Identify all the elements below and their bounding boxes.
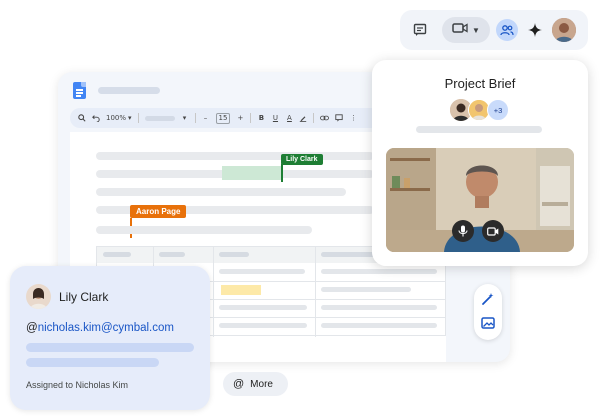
collaborator-chip-lily: Lily Clark	[281, 154, 323, 165]
assigned-note: Assigned to Nicholas Kim	[26, 380, 129, 390]
table-cell	[103, 252, 131, 257]
email-link[interactable]: nicholas.kim@cymbal.com	[38, 322, 174, 334]
table-cell	[219, 305, 307, 310]
style-select[interactable]	[144, 115, 175, 121]
table-cell	[159, 252, 185, 257]
chevron-down-icon: ▼	[472, 25, 480, 35]
increase-font-button[interactable]: +	[236, 112, 244, 124]
at-mention-icon: @	[233, 378, 245, 390]
text-line	[96, 188, 346, 196]
search-icon[interactable]	[78, 112, 86, 124]
table-cell-highlight-yellow	[221, 285, 261, 295]
camera-icon	[487, 226, 499, 236]
more-vert-icon[interactable]: ⋮	[349, 112, 357, 124]
participants-overflow-badge[interactable]: +3	[487, 99, 509, 121]
google-docs-icon[interactable]	[73, 82, 86, 99]
gemini-sparkle-icon[interactable]	[524, 19, 546, 41]
table-col-divider	[315, 247, 316, 337]
table-cell	[219, 269, 305, 274]
people-icon[interactable]	[496, 19, 518, 41]
chevron-down-icon: ▾	[182, 114, 187, 122]
text-highlight-green	[222, 166, 282, 180]
table-cell	[321, 287, 411, 292]
profile-detail-placeholder	[26, 358, 159, 367]
undo-icon[interactable]	[92, 112, 100, 124]
text-line	[96, 152, 374, 160]
meet-toolbar: ▼	[400, 10, 588, 50]
table-cell	[219, 252, 249, 257]
table-col-divider	[213, 247, 214, 337]
meeting-subtitle-placeholder	[416, 126, 542, 133]
table-cell	[321, 323, 437, 328]
doc-title-placeholder[interactable]	[98, 87, 160, 94]
side-tools-panel	[474, 284, 502, 340]
microphone-icon	[458, 225, 468, 237]
video-feed[interactable]	[386, 148, 574, 252]
user-avatar[interactable]	[552, 18, 576, 42]
profile-name: Lily Clark	[59, 290, 109, 304]
highlight-pen-icon[interactable]	[299, 112, 307, 124]
table-cell	[321, 305, 437, 310]
collaborator-chip-aaron: Aaron Page	[130, 205, 187, 218]
image-generate-icon[interactable]	[480, 315, 496, 336]
video-camera-icon	[452, 21, 468, 39]
mention-email[interactable]: @nicholas.kim@cymbal.com	[26, 322, 174, 334]
table-cell	[321, 269, 437, 274]
more-button[interactable]: @ More	[223, 372, 288, 396]
divider	[313, 113, 315, 123]
microphone-button[interactable]	[452, 220, 474, 242]
text-line	[96, 226, 312, 234]
camera-button[interactable]	[482, 220, 504, 242]
video-camera-button[interactable]: ▼	[442, 17, 490, 43]
comment-icon[interactable]	[335, 112, 344, 124]
profile-detail-placeholder	[26, 343, 194, 352]
video-participant-image	[386, 148, 574, 252]
underline-button[interactable]: U	[271, 112, 279, 124]
font-size-input[interactable]: 15	[215, 112, 231, 124]
at-sign: @	[26, 322, 38, 334]
zoom-value: 100%	[106, 114, 127, 122]
avatar[interactable]	[26, 284, 51, 309]
meeting-title: Project Brief	[444, 76, 516, 91]
divider	[250, 113, 252, 123]
more-button-label: More	[250, 378, 273, 390]
meeting-card: Project Brief +3	[372, 60, 588, 266]
profile-card: Lily Clark @nicholas.kim@cymbal.com Assi…	[10, 266, 210, 410]
bold-button[interactable]: B	[257, 112, 265, 124]
divider	[137, 113, 139, 123]
chat-icon[interactable]	[410, 20, 430, 40]
cursor-lily	[281, 164, 283, 182]
table-cell	[219, 323, 307, 328]
divider	[194, 113, 196, 123]
magic-pen-icon[interactable]	[480, 291, 496, 312]
decrease-font-button[interactable]: –	[202, 112, 210, 124]
text-color-button[interactable]: A	[285, 112, 293, 124]
chevron-down-icon: ▾	[128, 114, 132, 122]
link-icon[interactable]	[320, 112, 330, 124]
zoom-select[interactable]: 100% ▾	[106, 114, 132, 122]
